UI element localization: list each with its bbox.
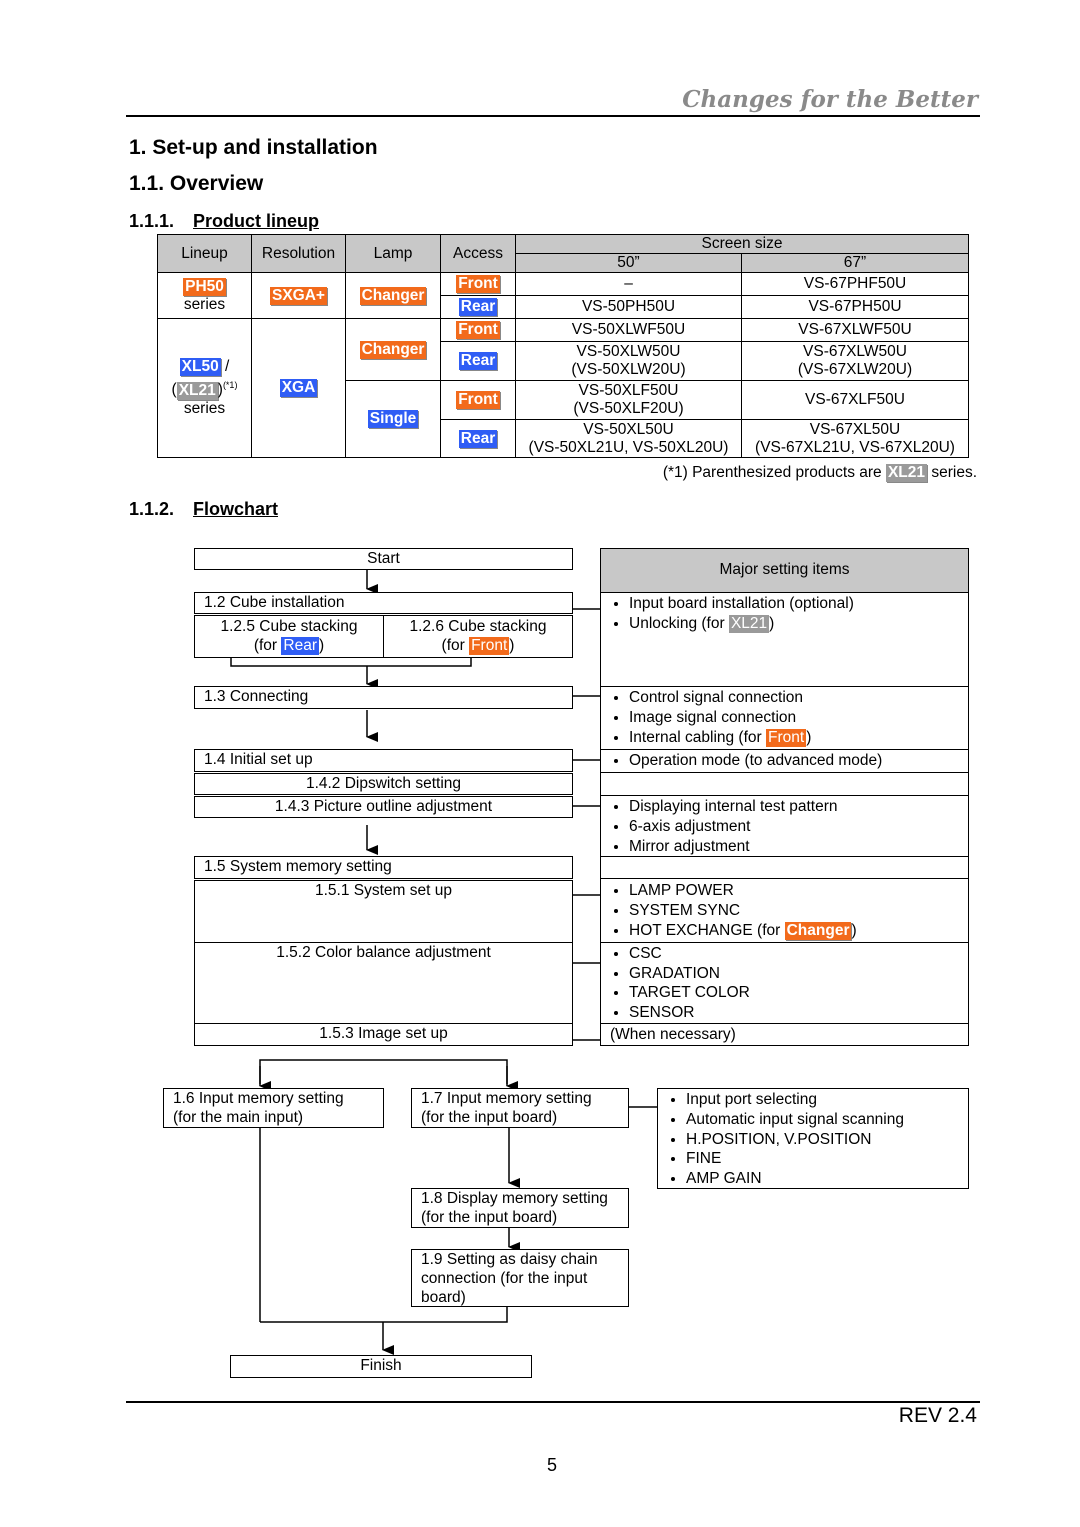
- step-start: Start: [194, 548, 573, 570]
- xl21-tag: XL21: [728, 615, 770, 633]
- step-1-2: 1.2 Cube installation: [194, 592, 573, 614]
- step-1-3: 1.3 Connecting: [194, 686, 573, 709]
- step-1-8: 1.8 Display memory setting (for the input…: [411, 1188, 629, 1228]
- changer-tag: Changer: [784, 922, 852, 940]
- rear-tag: Rear: [281, 637, 319, 655]
- step-1-6: 1.6 Input memory setting (for the main in…: [163, 1088, 384, 1128]
- step-1-9: 1.9 Setting as daisy chain connection (fo…: [411, 1249, 629, 1307]
- major-group-1: Input board installation (optional)Unloc…: [600, 592, 969, 687]
- step-1-5-2: 1.5.2 Color balance adjustment: [194, 942, 573, 1024]
- step-1-5: 1.5 System memory setting: [194, 856, 573, 879]
- step-1-4: 1.4 Initial set up: [194, 749, 573, 772]
- revision: REV 2.4: [898, 1404, 977, 1427]
- major-group-empty: [600, 772, 969, 796]
- major-group-6: CSCGRADATIONTARGET COLORSENSOR: [600, 942, 969, 1024]
- footer-rule: [126, 1401, 980, 1403]
- step-1-4-3: 1.4.3 Picture outline adjustment: [194, 796, 573, 818]
- major-group-3: Operation mode (to advanced mode): [600, 749, 969, 773]
- major-group-2: Control signal connectionImage signal co…: [600, 686, 969, 750]
- step-1-2-6: 1.2.6 Cube stacking (for Front): [383, 615, 573, 658]
- document-page: Changes for the Better 1. Set-up and ins…: [0, 0, 1080, 1527]
- major-group-7: (When necessary): [600, 1023, 969, 1046]
- step-1-7: 1.7 Input memory setting (for the input b…: [411, 1088, 629, 1128]
- front-tag: Front: [766, 729, 807, 747]
- major-group-5: LAMP POWERSYSTEM SYNCHOT EXCHANGE (for C…: [600, 878, 969, 943]
- step-finish: Finish: [230, 1355, 532, 1378]
- step-1-2-5: 1.2.5 Cube stacking (for Rear): [194, 615, 384, 658]
- major-group-4: Displaying internal test pattern6-axis a…: [600, 795, 969, 857]
- step-1-4-2: 1.4.2 Dipswitch setting: [194, 773, 573, 795]
- major-group-empty: [600, 856, 969, 879]
- step-1-5-3: 1.5.3 Image set up: [194, 1023, 573, 1046]
- page-number: 5: [547, 1455, 558, 1475]
- major-group-8: Input port selectingAutomatic input sign…: [657, 1088, 969, 1189]
- front-tag: Front: [469, 637, 510, 655]
- major-items-header: Major setting items: [600, 548, 969, 593]
- step-1-5-1: 1.5.1 System set up: [194, 880, 573, 943]
